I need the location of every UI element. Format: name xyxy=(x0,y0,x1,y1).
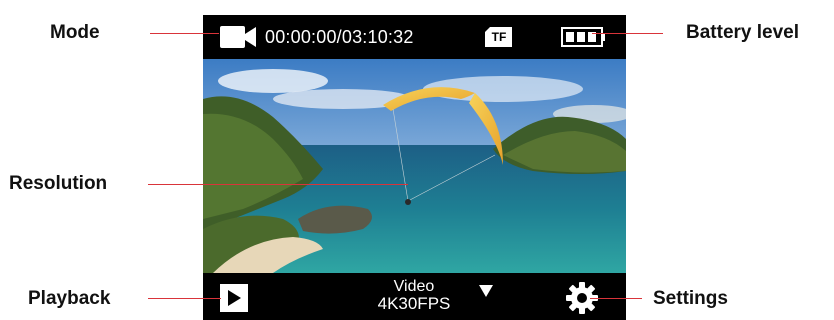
callout-resolution: Resolution xyxy=(9,173,108,194)
callout-settings: Settings xyxy=(653,288,728,309)
play-icon[interactable] xyxy=(220,284,248,312)
leader-line-playback xyxy=(148,298,221,299)
leader-line-battery xyxy=(592,33,663,34)
triangle-down-icon[interactable] xyxy=(479,285,493,297)
status-bar: 00:00:00/03:10:32 TF xyxy=(203,15,626,59)
leader-line-settings xyxy=(590,298,642,299)
storage-label: TF xyxy=(491,30,507,44)
battery-segment xyxy=(566,32,574,42)
capture-mode-label[interactable]: Video xyxy=(383,278,445,295)
callout-playback: Playback xyxy=(28,288,111,309)
recording-timecode: 00:00:00/03:10:32 xyxy=(265,27,414,47)
battery-segment xyxy=(577,32,585,42)
callout-mode: Mode xyxy=(50,22,100,43)
video-camera-icon[interactable] xyxy=(219,22,257,52)
leader-line-mode xyxy=(150,33,219,34)
callout-battery: Battery level xyxy=(686,22,800,43)
leader-line-resolution xyxy=(148,184,408,185)
battery-icon xyxy=(561,27,605,47)
camera-screen: 00:00:00/03:10:32 TF Video 4K30FPS xyxy=(203,15,626,320)
resolution-label[interactable]: 4K30FPS xyxy=(368,295,460,313)
live-preview xyxy=(203,59,626,273)
